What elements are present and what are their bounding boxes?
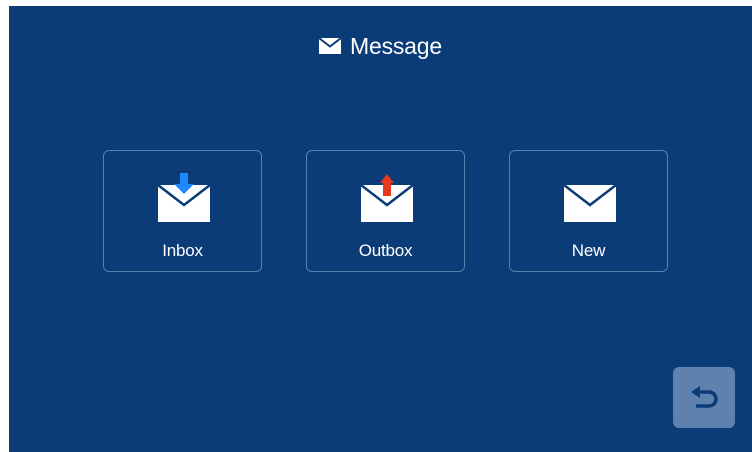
envelope-arrow-up-icon [360, 174, 414, 222]
envelope-icon [319, 38, 342, 54]
header: Message [9, 31, 752, 61]
new-label: New [571, 241, 606, 260]
inbox-label: Inbox [162, 241, 203, 260]
page-title: Message [350, 32, 442, 59]
inbox-button[interactable]: Inbox [103, 150, 262, 272]
back-button[interactable] [673, 367, 735, 428]
outbox-button[interactable]: Outbox [306, 150, 465, 272]
new-message-button[interactable]: New [509, 150, 668, 272]
message-screen: Message Inbox Outbox New [9, 6, 752, 452]
outbox-label: Outbox [358, 241, 413, 260]
back-arrow-icon [691, 385, 718, 408]
envelope-icon [563, 184, 617, 222]
envelope-arrow-down-icon [157, 173, 211, 222]
